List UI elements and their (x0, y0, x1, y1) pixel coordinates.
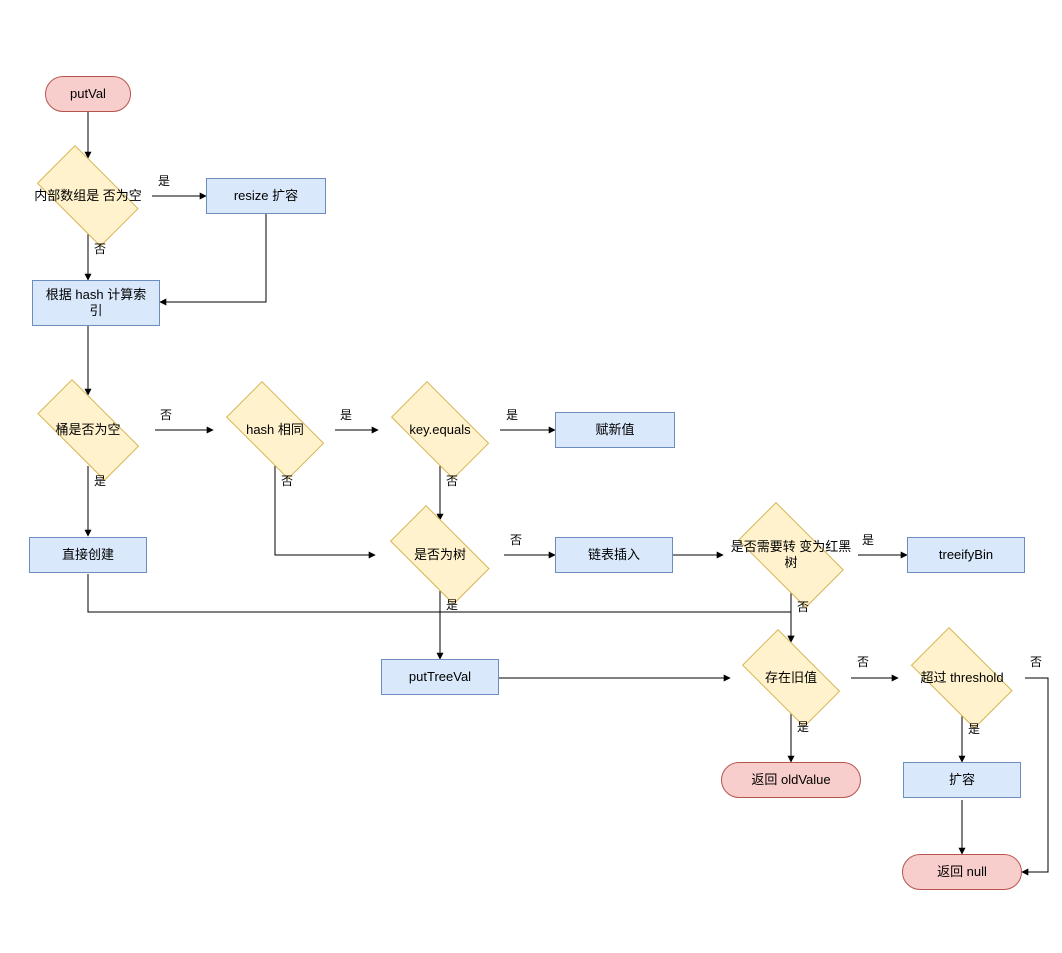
process-resize2-label: 扩容 (910, 767, 1014, 793)
decision-array-empty: 内部数组是 否为空 (24, 158, 152, 234)
edge-label-yes: 是 (158, 172, 170, 189)
decision-bucket-empty-label: 桶是否为空 (21, 395, 155, 465)
decision-hash-same: hash 相同 (213, 394, 337, 466)
terminator-return-null: 返回 null (902, 854, 1022, 890)
process-list-insert-label: 链表插入 (562, 542, 666, 568)
edges-layer (0, 0, 1062, 953)
edge-label-no: 否 (94, 240, 106, 257)
edge-label-yes: 是 (94, 472, 106, 489)
terminator-start-label: putVal (52, 81, 124, 107)
edge-label-no: 否 (857, 653, 869, 670)
edge-label-no: 否 (1030, 653, 1042, 670)
terminator-return-old: 返回 oldValue (721, 762, 861, 798)
edge-label-no: 否 (160, 406, 172, 423)
process-treeify: treeifyBin (907, 537, 1025, 573)
decision-bucket-empty: 桶是否为空 (21, 395, 155, 465)
decision-key-equals-label: key.equals (378, 394, 502, 466)
edge-label-no: 否 (797, 598, 809, 615)
terminator-start: putVal (45, 76, 131, 112)
decision-over-threshold-label: 超过 threshold (898, 640, 1026, 716)
process-assign-new-label: 赋新值 (562, 417, 668, 443)
decision-need-treeify-label: 是否需要转 变为红黑树 (723, 517, 859, 593)
terminator-return-old-label: 返回 oldValue (728, 767, 854, 793)
decision-over-threshold: 超过 threshold (898, 640, 1026, 716)
flowchart: putVal 内部数组是 否为空 resize 扩容 根据 hash 计算索引 … (0, 0, 1062, 953)
decision-array-empty-label: 内部数组是 否为空 (24, 158, 152, 234)
edge-label-yes: 是 (446, 596, 458, 613)
decision-has-old-label: 存在旧值 (729, 642, 853, 714)
decision-has-old: 存在旧值 (729, 642, 853, 714)
edge-label-yes: 是 (506, 406, 518, 423)
process-treeify-label: treeifyBin (914, 542, 1018, 568)
decision-hash-same-label: hash 相同 (213, 394, 337, 466)
process-direct-create: 直接创建 (29, 537, 147, 573)
process-puttreeval-label: putTreeVal (388, 664, 492, 690)
process-assign-new: 赋新值 (555, 412, 675, 448)
edge-label-no: 否 (446, 472, 458, 489)
edge-label-yes: 是 (797, 718, 809, 735)
decision-key-equals: key.equals (378, 394, 502, 466)
edge-label-no: 否 (281, 472, 293, 489)
edge-label-yes: 是 (968, 720, 980, 737)
decision-is-tree: 是否为树 (376, 519, 504, 591)
process-direct-create-label: 直接创建 (36, 542, 140, 568)
process-list-insert: 链表插入 (555, 537, 673, 573)
decision-is-tree-label: 是否为树 (376, 519, 504, 591)
edge-label-no: 否 (510, 531, 522, 548)
process-resize1-label: resize 扩容 (213, 183, 319, 209)
process-resize2: 扩容 (903, 762, 1021, 798)
edge-label-yes: 是 (862, 531, 874, 548)
decision-need-treeify: 是否需要转 变为红黑树 (723, 517, 859, 593)
process-calc-index: 根据 hash 计算索引 (32, 280, 160, 326)
terminator-return-null-label: 返回 null (909, 859, 1015, 885)
process-puttreeval: putTreeVal (381, 659, 499, 695)
process-calc-index-label: 根据 hash 计算索引 (39, 285, 153, 321)
edge-label-yes: 是 (340, 406, 352, 423)
process-resize1: resize 扩容 (206, 178, 326, 214)
